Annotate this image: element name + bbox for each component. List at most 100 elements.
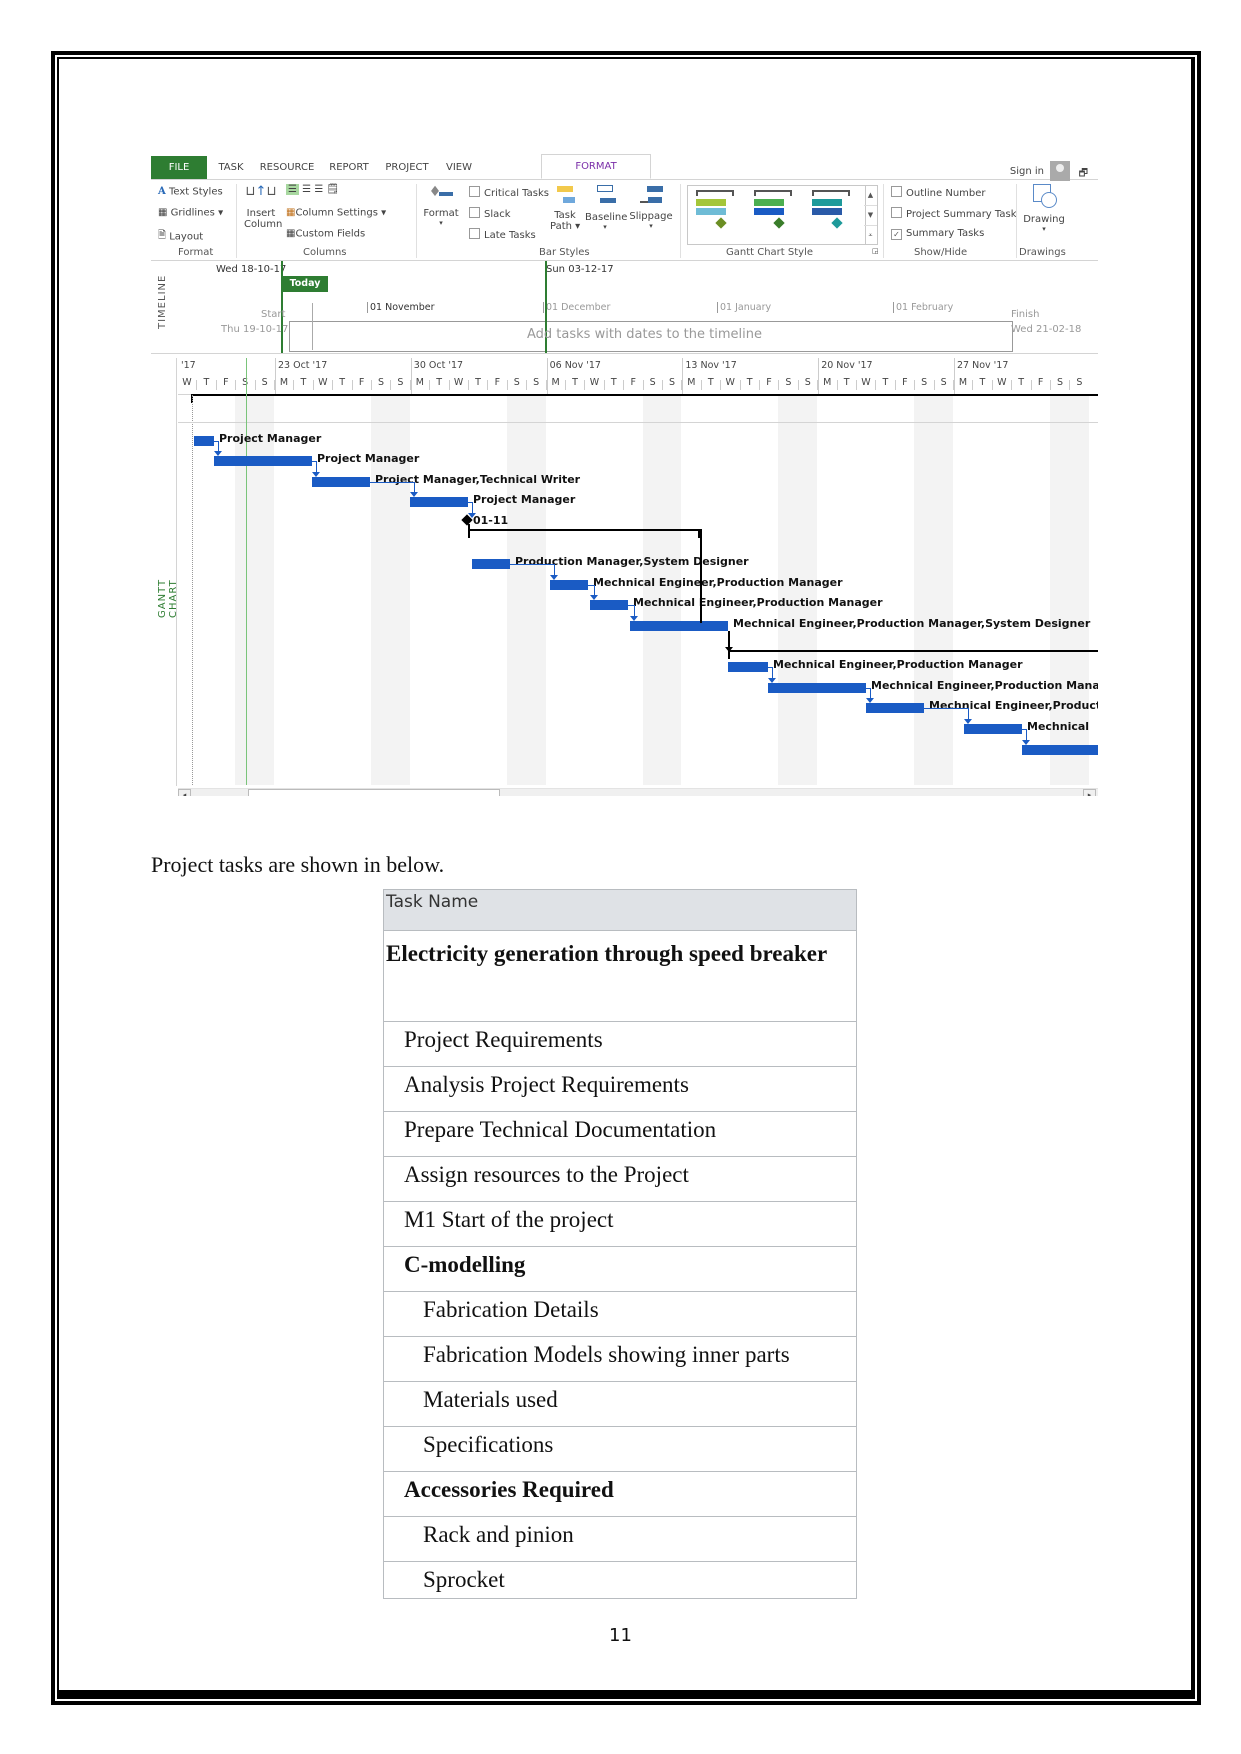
page-number: 11 [609,1625,632,1646]
align-right-icon[interactable]: ☰ [314,184,323,195]
group-separator [883,184,884,258]
timescale-day: T [436,377,443,388]
timescale-day: M [415,377,424,388]
text-styles-label: Text Styles [168,186,223,198]
sign-in-link[interactable]: Sign in [1010,166,1044,177]
text-styles-button[interactable]: A Text Styles [158,186,223,198]
tab-report[interactable]: REPORT [323,156,375,179]
layout-button[interactable]: 🗎 Layout [158,228,203,245]
task-name-cell: Fabrication Details [383,1291,857,1337]
summary-bar [192,394,1098,396]
timeline-month: 01 February [893,302,953,313]
horizontal-scrollbar[interactable]: ◂ ▸ [178,788,1098,796]
column-settings-button[interactable]: ▦Column Settings ▾ [286,207,386,219]
gantt-side-panel: GANTT CHART [151,358,179,786]
table-row: Fabrication Details [383,1291,857,1337]
tab-view[interactable]: VIEW [439,156,479,179]
timescale-day: S [649,377,656,388]
timescale-day: S [397,377,404,388]
day-tick [856,380,857,390]
checkbox-box[interactable] [469,207,480,218]
checkbox-box[interactable] [891,186,902,197]
day-tick [720,380,722,390]
scroll-up-icon[interactable]: ▲ [864,186,877,206]
task-bar [964,724,1022,734]
tab-file[interactable]: FILE [151,156,207,179]
scroll-right-icon[interactable]: ▸ [1083,789,1096,796]
day-tick [351,380,353,390]
timeline-month: 01 November [367,302,435,313]
drawing-button[interactable]: Drawing ▾ [1019,184,1069,233]
slippage-button[interactable]: Slippage ▾ [629,184,673,230]
dialog-launcher-icon[interactable]: ◲ [872,247,879,255]
summary-tasks-checkbox[interactable]: ✓ Summary Tasks [891,228,984,240]
format-bar-button[interactable]: ♦ Format ▾ [422,184,460,227]
timeline-month: 01 December [543,302,610,313]
user-avatar-icon[interactable] [1050,161,1070,181]
project-summary-task-checkbox[interactable]: Project Summary Task [891,207,1016,220]
gantt-style-option[interactable] [812,190,850,238]
wrap-text-icon[interactable]: 🗒 [326,184,339,195]
timescale-day: T [707,377,714,388]
tab-project[interactable]: PROJECT [379,156,435,179]
table-row: Analysis Project Requirements [383,1066,857,1112]
project-summary-task-label: Project Summary Task [906,209,1017,220]
gridlines-button[interactable]: ▦ Gridlines ▾ [158,207,223,219]
timescale-day: S [1056,377,1064,388]
checkmark-icon[interactable]: ✓ [891,229,902,240]
insert-column-icon: ⊔↑⊔ [245,184,277,199]
task-name-cell: Assign resources to the Project [383,1156,857,1202]
outline-number-checkbox[interactable]: Outline Number [891,186,986,199]
timescale-day: S [513,377,520,388]
task-bar [728,662,768,672]
checkbox-box[interactable] [891,207,902,218]
timescale-day: F [223,377,229,388]
intro-paragraph: Project tasks are shown in below. [151,852,445,877]
start-date: Thu 19-10-17 [221,324,289,335]
day-tick [506,380,508,390]
week-divider [954,358,955,394]
gantt-style-option[interactable] [696,190,734,238]
timescale-day: S [668,377,676,388]
group-label-drawings: Drawings [1019,247,1066,258]
custom-fields-button[interactable]: ▦Custom Fields [286,228,365,240]
late-tasks-checkbox[interactable]: Late Tasks [469,228,536,241]
resource-label: Project Manager [473,493,576,506]
timescale-day: S [921,377,928,388]
slack-checkbox[interactable]: Slack [469,207,511,220]
scroll-down-icon[interactable]: ▼ [864,206,877,226]
checkbox-box[interactable] [469,186,480,197]
gallery-scroll[interactable]: ▲ ▼ ⩡ [864,185,878,245]
tab-resource[interactable]: RESOURCE [255,156,319,179]
gantt-style-gallery[interactable] [687,185,866,245]
tab-format[interactable]: FORMAT [541,154,651,179]
day-tick [312,380,314,390]
summary-bar-cap [728,650,730,659]
tab-task[interactable]: TASK [211,156,251,179]
timescale-week: 30 Oct '17 [413,360,464,371]
scrollbar-thumb[interactable] [248,789,500,796]
timescale-day: W [725,377,735,388]
align-buttons: ☰ ☰ ☰ 🗒 [286,184,339,196]
insert-column-button[interactable]: ⊔↑⊔ Insert Column [244,184,282,230]
timescale-day: T [610,377,617,388]
critical-tasks-label: Critical Tasks [484,188,549,199]
baseline-button[interactable]: Baseline ▾ [585,184,627,231]
gridlines-icon: ▦ [158,207,168,218]
day-tick [487,380,489,390]
align-center-icon[interactable]: ☰ [302,184,311,195]
task-bar [214,456,312,466]
timescale-day: M [823,377,832,388]
task-name-cell: Rack and pinion [383,1516,857,1562]
day-tick [797,380,799,390]
timescale-day: T [203,377,210,388]
critical-tasks-checkbox[interactable]: Critical Tasks [469,186,549,199]
scroll-left-icon[interactable]: ◂ [178,789,191,796]
checkbox-box[interactable] [469,228,480,239]
align-left-icon[interactable]: ☰ [286,184,299,195]
task-bar [472,559,510,569]
gallery-more-icon[interactable]: ⩡ [864,226,877,244]
timeline-placeholder[interactable]: Add tasks with dates to the timeline [527,327,762,342]
task-path-button[interactable]: Task Path ▾ [550,184,580,232]
gantt-style-option[interactable] [754,190,792,238]
